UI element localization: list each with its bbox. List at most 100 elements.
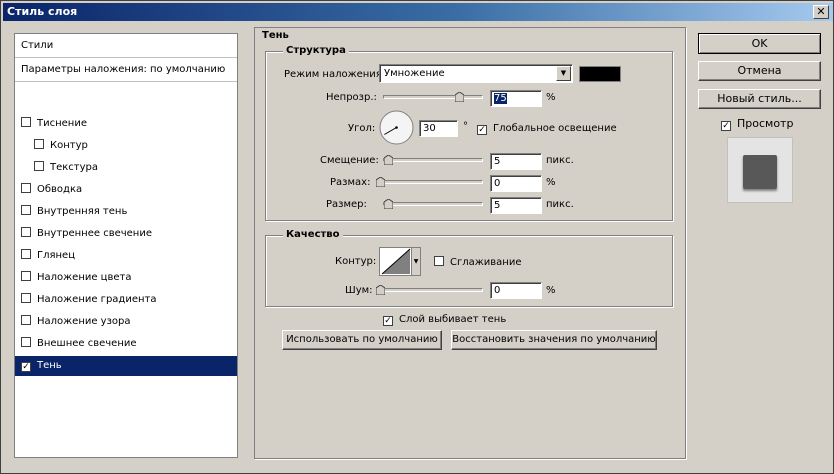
quality-title: Качество bbox=[283, 229, 343, 240]
checkbox-icon[interactable] bbox=[34, 161, 44, 171]
checkbox-icon: ✓ bbox=[477, 125, 487, 135]
angle-label: Угол: bbox=[348, 123, 376, 134]
distance-slider-thumb[interactable] bbox=[384, 155, 393, 165]
effect-item-label: Обводка bbox=[37, 184, 83, 195]
spread-label: Размах: bbox=[330, 177, 371, 188]
preview-swatch bbox=[743, 155, 777, 189]
close-icon: ✕ bbox=[816, 5, 826, 18]
effect-item-label: Глянец bbox=[37, 250, 76, 261]
reset-default-button[interactable]: Восстановить значения по умолчанию bbox=[451, 330, 657, 350]
effect-item[interactable]: Внешнее свечение bbox=[15, 334, 237, 354]
checkbox-icon[interactable] bbox=[21, 183, 31, 193]
effect-item[interactable]: Наложение цвета bbox=[15, 268, 237, 288]
size-slider[interactable] bbox=[383, 199, 483, 209]
blend-mode-label: Режим наложения: bbox=[284, 69, 386, 80]
angle-dial[interactable] bbox=[379, 110, 414, 145]
ok-label: OK bbox=[751, 37, 768, 50]
checkbox-icon[interactable] bbox=[21, 271, 31, 281]
opacity-slider-thumb[interactable] bbox=[454, 92, 464, 102]
quality-group bbox=[265, 235, 673, 307]
spread-input[interactable]: 0 bbox=[490, 175, 542, 192]
make-default-button[interactable]: Использовать по умолчанию bbox=[282, 330, 442, 350]
checkbox-icon: ✓ bbox=[721, 121, 731, 131]
effect-item-label: Внутреннее свечение bbox=[37, 228, 152, 239]
effect-item[interactable]: Наложение градиента bbox=[15, 290, 237, 310]
preview-label: Просмотр bbox=[737, 117, 794, 130]
opacity-input[interactable]: 75 bbox=[490, 90, 542, 107]
spread-slider[interactable] bbox=[376, 177, 483, 187]
effect-item-label: Наложение градиента bbox=[37, 294, 157, 305]
effect-item[interactable]: Глянец bbox=[15, 246, 237, 266]
angle-value: 30 bbox=[423, 123, 436, 134]
close-button[interactable]: ✕ bbox=[813, 5, 829, 19]
effect-item[interactable]: Тиснение bbox=[15, 114, 237, 134]
effect-item[interactable]: ✓ Тень bbox=[15, 356, 237, 376]
size-value: 5 bbox=[494, 200, 501, 211]
opacity-value: 75 bbox=[494, 93, 507, 104]
cancel-button[interactable]: Отмена bbox=[698, 61, 821, 81]
style-preview bbox=[727, 137, 793, 203]
new-style-label: Новый стиль... bbox=[717, 92, 802, 105]
chevron-down-icon[interactable]: ▼ bbox=[411, 248, 420, 275]
contour-preview-icon bbox=[381, 248, 411, 275]
global-light-label: Глобальное освещение bbox=[493, 123, 617, 134]
blending-options-label: Параметры наложения: по умолчанию bbox=[21, 64, 226, 75]
checkbox-icon[interactable] bbox=[21, 337, 31, 347]
antialias-checkbox[interactable]: Сглаживание bbox=[434, 256, 521, 268]
noise-slider[interactable] bbox=[376, 285, 483, 295]
effect-item-label: Тиснение bbox=[37, 118, 87, 129]
opacity-unit: % bbox=[546, 92, 556, 103]
opacity-slider[interactable] bbox=[383, 92, 483, 102]
contour-label: Контур: bbox=[335, 256, 377, 267]
styles-header[interactable]: Стили bbox=[15, 36, 237, 56]
effect-item[interactable]: Наложение узора bbox=[15, 312, 237, 332]
reset-default-label: Восстановить значения по умолчанию bbox=[452, 334, 656, 345]
spread-slider-thumb[interactable] bbox=[376, 177, 385, 187]
blending-options-item[interactable]: Параметры наложения: по умолчанию bbox=[15, 60, 237, 80]
size-label: Размер: bbox=[326, 199, 367, 210]
checkbox-icon bbox=[434, 256, 444, 266]
angle-unit: ° bbox=[463, 121, 468, 132]
distance-input[interactable]: 5 bbox=[490, 153, 542, 170]
effect-item-label: Наложение узора bbox=[37, 316, 131, 327]
checkbox-icon[interactable]: ✓ bbox=[21, 362, 31, 372]
angle-input[interactable]: 30 bbox=[419, 120, 458, 137]
make-default-label: Использовать по умолчанию bbox=[286, 334, 438, 345]
preview-checkbox[interactable]: ✓ Просмотр bbox=[721, 117, 793, 131]
contour-picker[interactable]: ▼ bbox=[379, 247, 421, 276]
noise-unit: % bbox=[546, 285, 556, 296]
checkbox-icon[interactable] bbox=[21, 205, 31, 215]
effect-item[interactable]: Контур bbox=[15, 136, 237, 156]
effect-item[interactable]: Текстура bbox=[15, 158, 237, 178]
noise-value: 0 bbox=[494, 285, 501, 296]
distance-unit: пикс. bbox=[546, 155, 574, 166]
checkbox-icon[interactable] bbox=[21, 249, 31, 259]
checkbox-icon[interactable] bbox=[34, 139, 44, 149]
layer-style-dialog: Стиль слоя ✕ Стили Параметры наложения: … bbox=[0, 0, 834, 474]
effect-item[interactable]: Внутреннее свечение bbox=[15, 224, 237, 244]
checkbox-icon[interactable] bbox=[21, 117, 31, 127]
shadow-color-swatch[interactable] bbox=[579, 66, 621, 82]
distance-label: Смещение: bbox=[320, 155, 379, 166]
effect-item[interactable]: Обводка bbox=[15, 180, 237, 200]
noise-slider-thumb[interactable] bbox=[376, 285, 385, 295]
window-title: Стиль слоя bbox=[7, 5, 78, 18]
styles-header-label: Стили bbox=[21, 40, 54, 51]
ok-button[interactable]: OK bbox=[698, 33, 821, 54]
effect-item[interactable]: Внутренняя тень bbox=[15, 202, 237, 222]
checkbox-icon[interactable] bbox=[21, 315, 31, 325]
knockout-checkbox[interactable]: ✓ Слой выбивает тень bbox=[383, 314, 506, 326]
chevron-down-icon[interactable]: ▼ bbox=[556, 66, 571, 81]
global-light-checkbox[interactable]: ✓ Глобальное освещение bbox=[477, 123, 617, 135]
new-style-button[interactable]: Новый стиль... bbox=[698, 89, 821, 109]
spread-unit: % bbox=[546, 177, 556, 188]
distance-slider[interactable] bbox=[383, 155, 483, 165]
size-input[interactable]: 5 bbox=[490, 197, 542, 214]
divider bbox=[15, 57, 237, 58]
checkbox-icon[interactable] bbox=[21, 227, 31, 237]
checkbox-icon[interactable] bbox=[21, 293, 31, 303]
blend-mode-select[interactable]: Умножение ▼ bbox=[379, 64, 573, 83]
divider bbox=[15, 81, 237, 82]
size-slider-thumb[interactable] bbox=[384, 199, 393, 209]
noise-input[interactable]: 0 bbox=[490, 282, 542, 299]
